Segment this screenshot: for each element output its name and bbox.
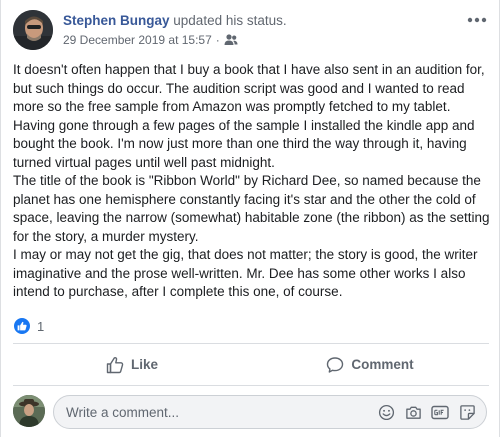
comment-button-label: Comment — [351, 357, 414, 372]
post-meta: 29 December 2019 at 15:57 · — [63, 33, 238, 47]
post-paragraph: It doesn't often happen that I buy a boo… — [13, 62, 485, 170]
emoji-icon[interactable] — [377, 403, 395, 421]
thumbs-up-icon — [106, 356, 124, 373]
post-paragraph: I may or may not get the gig, that does … — [13, 247, 478, 299]
composer-tools — [368, 403, 476, 421]
author-avatar[interactable] — [13, 10, 53, 50]
comment-placeholder: Write a comment... — [66, 405, 180, 420]
current-user-avatar[interactable] — [13, 395, 45, 427]
comment-input[interactable]: Write a comment... — [53, 395, 487, 429]
divider — [13, 385, 489, 386]
sticker-icon[interactable] — [458, 403, 476, 421]
comment-button[interactable]: Comment — [251, 346, 489, 383]
comment-composer: Write a comment... — [13, 393, 489, 431]
camera-icon[interactable] — [404, 403, 422, 421]
author-line: Stephen Bungay updated his status. — [63, 13, 287, 28]
meta-separator: · — [215, 33, 220, 47]
post-body: It doesn't often happen that I buy a boo… — [13, 61, 493, 302]
author-name-link[interactable]: Stephen Bungay — [63, 13, 170, 28]
post-card: Stephen Bungay updated his status. 29 De… — [0, 0, 500, 437]
like-button[interactable]: Like — [13, 346, 251, 383]
post-header: Stephen Bungay updated his status. 29 De… — [13, 10, 489, 54]
comment-icon — [327, 356, 344, 373]
status-action-text: updated his status. — [173, 13, 287, 28]
post-timestamp[interactable]: 29 December 2019 at 15:57 — [63, 33, 212, 47]
like-button-label: Like — [130, 357, 158, 372]
post-paragraph: The title of the book is "Ribbon World" … — [13, 173, 490, 244]
reaction-count[interactable]: 1 — [37, 319, 44, 334]
more-options-icon[interactable] — [465, 10, 489, 30]
friends-icon[interactable] — [224, 34, 238, 46]
reactions-summary[interactable]: 1 — [13, 316, 44, 336]
like-reaction-icon — [13, 317, 31, 335]
divider — [13, 343, 489, 344]
post-actions: Like Comment — [13, 346, 489, 383]
gif-icon[interactable] — [431, 403, 449, 421]
